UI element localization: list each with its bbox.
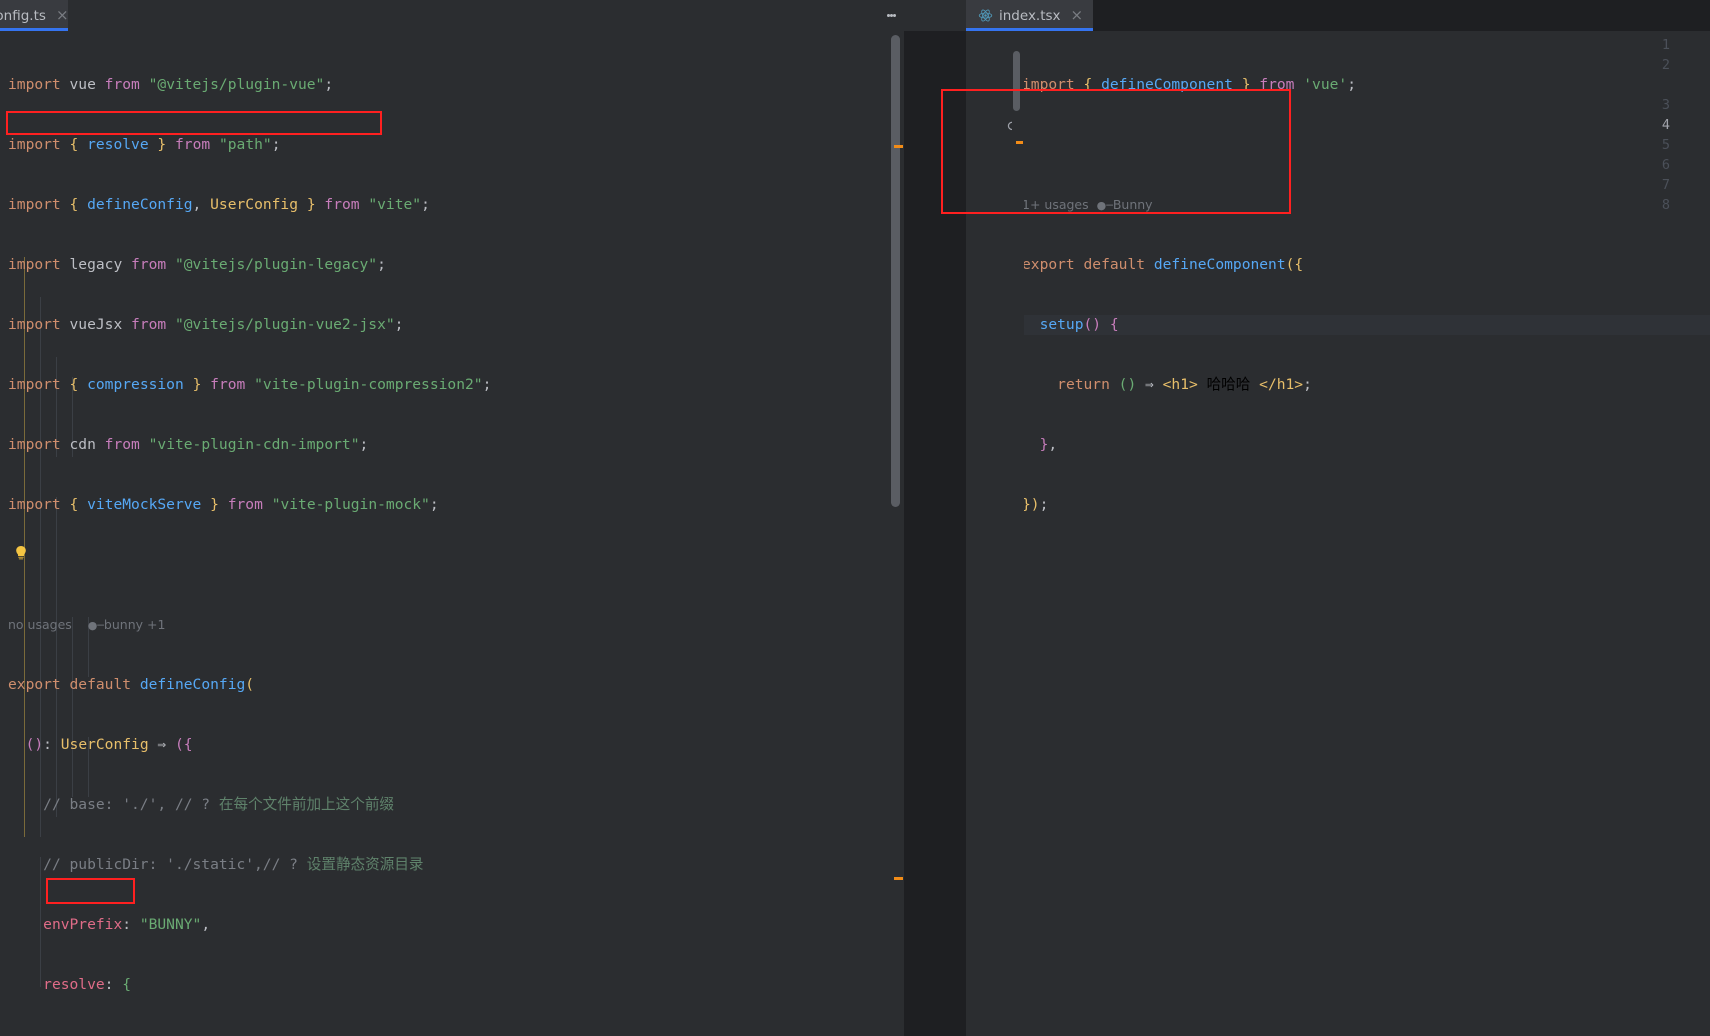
- inlay-usages[interactable]: 1+ usages: [1022, 197, 1089, 212]
- inlay-author[interactable]: Bunny: [1113, 197, 1153, 212]
- stripe-marker-warning[interactable]: [894, 145, 903, 148]
- person-icon: ●─: [87, 619, 104, 632]
- tab-config-ts[interactable]: config.ts ×: [0, 0, 68, 31]
- editor-tabbar-left: config.ts ×: [0, 0, 966, 31]
- tab-clipped-wrapper: config.ts ×: [0, 0, 68, 31]
- code-vision-inlay[interactable]: no usages ●─bunny +1: [8, 615, 888, 635]
- tab-label-index-tsx: index.tsx: [999, 7, 1061, 24]
- inlay-no-usages[interactable]: no usages: [8, 617, 72, 632]
- error-stripe-right[interactable]: [1012, 31, 1024, 1036]
- inlay-author[interactable]: bunny +1: [104, 617, 166, 632]
- person-icon: ●─: [1096, 199, 1113, 212]
- intention-bulb-icon[interactable]: [14, 545, 28, 561]
- editor-scrollbar-left[interactable]: [891, 35, 900, 507]
- code-content-config-ts[interactable]: import vue from "@vitejs/plugin-vue"; im…: [0, 31, 888, 1036]
- close-icon[interactable]: ×: [1071, 8, 1084, 23]
- stripe-marker-warning[interactable]: [894, 877, 903, 880]
- stripe-marker-warning[interactable]: [1016, 141, 1023, 144]
- error-stripe-left[interactable]: [888, 31, 904, 1036]
- tab-index-tsx[interactable]: index.tsx ×: [966, 0, 1094, 31]
- code-vision-inlay[interactable]: 1+ usages ●─Bunny: [1022, 195, 1710, 215]
- editor-scrollbar-right[interactable]: [1013, 51, 1020, 111]
- react-icon: [978, 8, 993, 23]
- tab-label-config-ts: config.ts: [0, 7, 46, 24]
- code-content-index-tsx[interactable]: import { defineComponent } from 'vue'; 1…: [966, 31, 1710, 615]
- editor-tabbar-right: index.tsx ×: [966, 0, 1710, 31]
- ide-window: config.ts × index.tsx ×: [0, 0, 1710, 1036]
- editor-pane-index-tsx[interactable]: 1 2 3 4 5 6 7 8 import { defineComponent…: [966, 31, 1710, 1036]
- tab-overflow-menu-icon[interactable]: [880, 0, 902, 31]
- editor-pane-config-ts[interactable]: import vue from "@vitejs/plugin-vue"; im…: [0, 31, 888, 1036]
- close-icon[interactable]: ×: [56, 8, 68, 23]
